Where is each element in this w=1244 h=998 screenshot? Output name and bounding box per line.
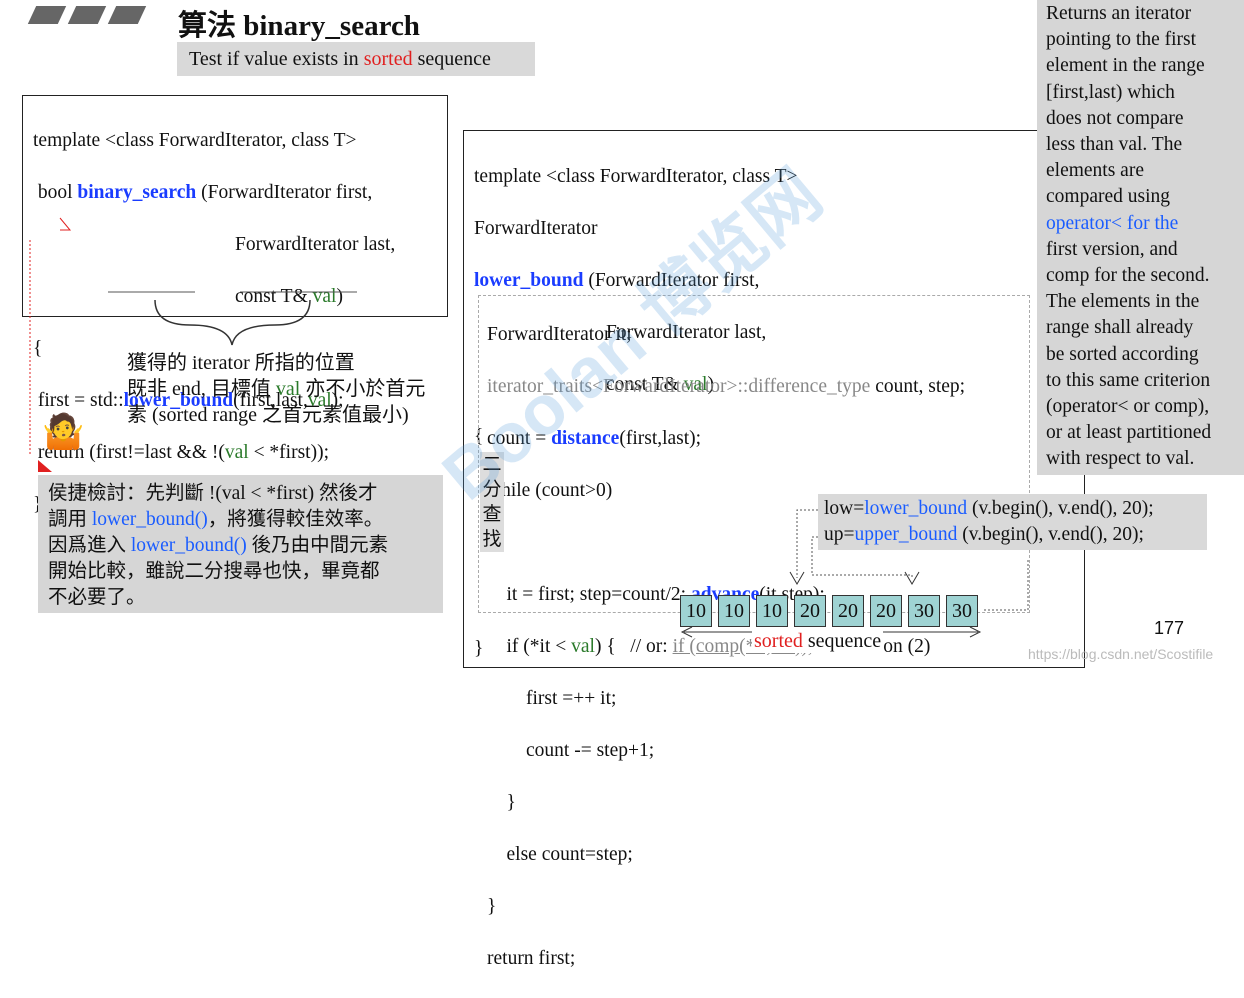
- sequence-label: sorted sequence: [752, 630, 884, 653]
- sequence-cell: 20: [832, 595, 864, 627]
- sequence-cell: 30: [908, 595, 940, 627]
- sequence-cell: 10: [718, 595, 750, 627]
- sequence-cell: 10: [756, 595, 788, 627]
- source-watermark: https://blog.csdn.net/Scostifile: [1028, 646, 1214, 662]
- sequence-cell: 20: [870, 595, 902, 627]
- sequence-cell: 30: [946, 595, 978, 627]
- description-box: Returns an iterator pointing to the first…: [1037, 0, 1244, 475]
- page-number: 177: [1154, 618, 1185, 638]
- sequence-cell: 20: [794, 595, 826, 627]
- sequence-cell: 10: [680, 595, 712, 627]
